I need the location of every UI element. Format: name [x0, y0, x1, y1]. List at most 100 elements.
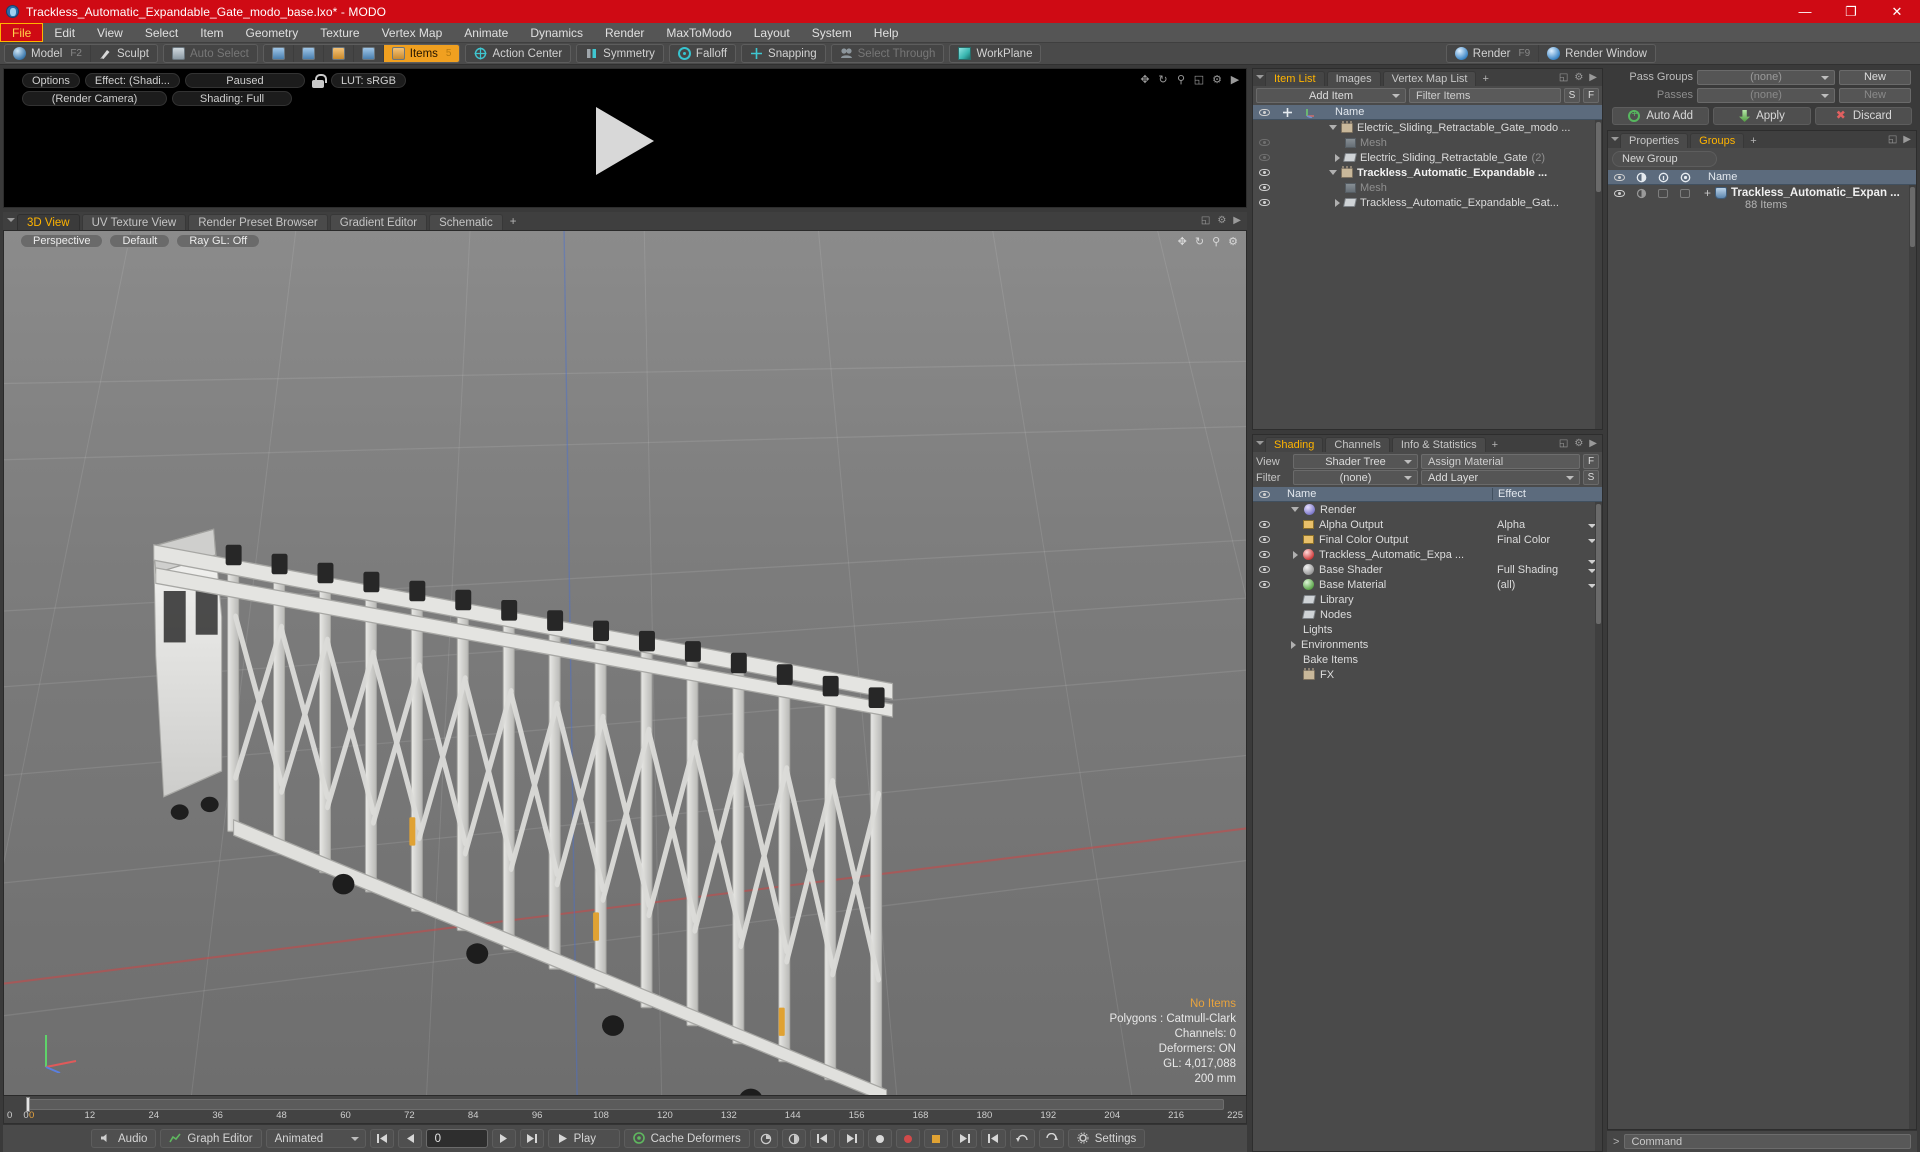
pass-groups-dropdown[interactable]: (none) [1697, 69, 1835, 85]
items-mode-button[interactable]: Items 5 [383, 45, 460, 62]
bounce-button[interactable] [1038, 1129, 1064, 1148]
pass-groups-new-button[interactable]: New [1839, 69, 1911, 85]
timeline-range-end[interactable]: 225 [1227, 1110, 1243, 1121]
table-row[interactable]: + Trackless_Automatic_Expan ... 88 Items [1608, 185, 1916, 211]
select-through-button[interactable]: Select Through [832, 45, 944, 62]
menu-item-render[interactable]: Render [594, 23, 655, 42]
item-list-scrollbar[interactable] [1595, 120, 1602, 429]
eye-icon[interactable] [1258, 579, 1270, 590]
eye-icon[interactable] [1258, 564, 1270, 575]
gear-icon[interactable]: ⚙ [1211, 74, 1223, 86]
command-input[interactable]: Command [1624, 1134, 1911, 1149]
mode-model-button[interactable]: Model F2 [5, 45, 91, 62]
menu-item-edit[interactable]: Edit [43, 23, 86, 42]
rotate-icon[interactable]: ↻ [1157, 74, 1169, 86]
maximize-viewport-icon[interactable]: ◱ [1201, 215, 1210, 226]
animated-dropdown[interactable]: Animated [265, 1129, 366, 1148]
groups-chevron-icon[interactable]: ▶ [1903, 134, 1911, 145]
passes-dropdown[interactable]: (none) [1697, 87, 1835, 103]
eye-icon[interactable] [1258, 167, 1270, 178]
viewport-gear-icon[interactable]: ⚙ [1217, 215, 1226, 226]
menu-item-vertex-map[interactable]: Vertex Map [371, 23, 454, 42]
expander-icon[interactable] [1329, 170, 1337, 175]
table-row[interactable]: Electric_Sliding_Retractable_Gate_modo .… [1253, 120, 1602, 135]
menu-item-file[interactable]: File [0, 23, 44, 42]
table-row[interactable]: Electric_Sliding_Retractable_Gate (2) [1253, 150, 1602, 165]
preview-status-button[interactable]: Paused [184, 73, 305, 88]
vertex-mode-button[interactable] [264, 45, 294, 62]
polygon-mode-button[interactable] [324, 45, 354, 62]
play-overlay-icon[interactable] [596, 106, 654, 175]
loop-button[interactable] [1009, 1129, 1035, 1148]
groups-menu-icon[interactable] [1611, 137, 1619, 141]
table-row[interactable]: Trackless_Automatic_Expa ... [1253, 547, 1602, 564]
shading-list-body[interactable]: Render Alpha Output Alpha Final Color Ou… [1253, 502, 1602, 1151]
table-row[interactable]: Bake Items [1253, 652, 1602, 667]
table-row[interactable]: Trackless_Automatic_Expandable_Gat... [1253, 195, 1602, 210]
audio-button[interactable]: Audio [91, 1129, 157, 1148]
pan-icon[interactable]: ✥ [1139, 74, 1151, 86]
shader-effect-cell[interactable]: Alpha [1492, 519, 1602, 531]
close-button[interactable]: ✕ [1874, 0, 1920, 23]
eye-icon[interactable] [1258, 534, 1270, 545]
edge-mode-button[interactable] [294, 45, 324, 62]
shading-menu-icon[interactable] [1256, 441, 1264, 445]
key-set-button[interactable] [923, 1129, 948, 1148]
eye-icon[interactable] [1258, 197, 1270, 208]
play-button[interactable]: Play [547, 1129, 620, 1148]
add-layer-dropdown[interactable]: Add Layer [1421, 470, 1580, 485]
table-row[interactable]: Base Shader Full Shading [1253, 562, 1602, 577]
tab-schematic[interactable]: Schematic [429, 214, 503, 230]
tab-vertex-map-list[interactable]: Vertex Map List [1382, 71, 1477, 86]
material-mode-button[interactable] [354, 45, 384, 62]
table-row[interactable]: Final Color Output Final Color [1253, 532, 1602, 547]
minimize-button[interactable]: — [1782, 0, 1828, 23]
groups-add-tab[interactable]: + [1746, 133, 1760, 148]
viewport-projection-dropdown[interactable]: Perspective [20, 234, 104, 248]
table-row[interactable]: Trackless_Automatic_Expandable ... [1253, 165, 1602, 180]
menu-item-layout[interactable]: Layout [743, 23, 801, 42]
eye-icon[interactable] [1613, 188, 1625, 199]
tab-3d-view[interactable]: 3D View [17, 214, 80, 230]
preview-effect-dropdown[interactable]: Effect: (Shadi... [84, 73, 180, 88]
menu-item-dynamics[interactable]: Dynamics [519, 23, 594, 42]
shading-list-scrollbar[interactable] [1595, 502, 1602, 1151]
panel-menu-icon[interactable] [7, 218, 15, 222]
viewport-rotate-icon[interactable]: ↻ [1195, 235, 1204, 248]
viewport-pan-icon[interactable]: ✥ [1178, 235, 1187, 248]
expander-icon[interactable] [1335, 198, 1340, 207]
tab-info-statistics[interactable]: Info & Statistics [1391, 437, 1486, 452]
auto-select-button[interactable]: Auto Select [164, 45, 257, 62]
assign-material-button[interactable]: Assign Material [1421, 454, 1580, 469]
add-tab-button[interactable]: + [505, 214, 522, 230]
tab-gradient-editor[interactable]: Gradient Editor [329, 214, 428, 230]
graph-editor-button[interactable]: Graph Editor [160, 1129, 262, 1148]
key-delete-button[interactable] [867, 1129, 892, 1148]
mode-sculpt-button[interactable]: Sculpt [91, 45, 157, 62]
expander-icon[interactable] [1291, 507, 1299, 512]
workplane-button[interactable]: WorkPlane [950, 45, 1040, 62]
shading-add-tab[interactable]: + [1488, 437, 1502, 452]
maximize-panel-icon[interactable]: ◱ [1193, 74, 1205, 86]
unlock-icon[interactable] [310, 73, 327, 88]
menu-item-maxtomodo[interactable]: MaxToModo [655, 23, 742, 42]
tab-properties[interactable]: Properties [1620, 133, 1689, 148]
table-row[interactable]: Environments [1253, 637, 1602, 652]
checkbox[interactable] [1680, 189, 1690, 198]
auto-add-button[interactable]: Auto Add [1612, 107, 1710, 125]
passes-new-button[interactable]: New [1839, 87, 1911, 103]
eye-icon[interactable] [1258, 152, 1270, 163]
symmetry-button[interactable]: Symmetry [577, 45, 663, 62]
viewport-style-dropdown[interactable]: Default [109, 234, 171, 248]
tab-render-preset-browser[interactable]: Render Preset Browser [188, 214, 328, 230]
timeline-bar[interactable]: 0 225 0 0 12 24 36 48 60 72 84 96 108 12… [3, 1096, 1247, 1124]
table-row[interactable]: Render [1253, 502, 1602, 517]
item-list-menu-icon[interactable] [1256, 75, 1264, 79]
timeline-track[interactable] [26, 1099, 1224, 1110]
tab-uv-texture-view[interactable]: UV Texture View [81, 214, 187, 230]
item-list-gear-icon[interactable]: ⚙ [1574, 72, 1583, 83]
table-row[interactable]: Lights [1253, 622, 1602, 637]
skip-to-end-button[interactable] [519, 1129, 544, 1148]
eye-icon[interactable] [1258, 137, 1270, 148]
item-list-maximize-icon[interactable]: ◱ [1559, 72, 1568, 83]
